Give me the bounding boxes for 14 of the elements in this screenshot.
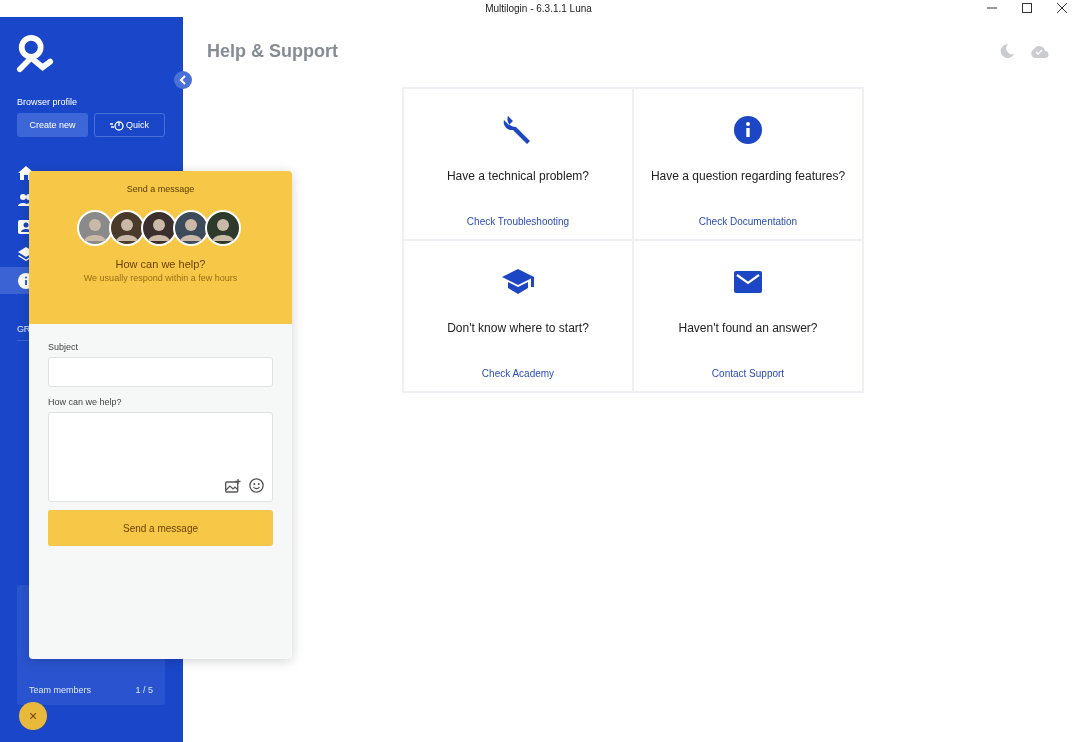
plan-value: 1 / 5 (135, 685, 153, 695)
plan-label: Team members (29, 685, 91, 695)
field-label: Subject (48, 342, 80, 352)
section-label: Browser profile (17, 97, 79, 107)
window-title: Multilogin - 6.3.1.1 Luna (485, 3, 592, 14)
card-question: Don't know where to start? (447, 321, 589, 335)
card-question: Haven't found an answer? (678, 321, 818, 335)
chat-subheading: We usually respond within a few hours (83, 273, 238, 283)
card-question: Have a question regarding features? (650, 169, 846, 183)
card-question: Have a technical problem? (446, 169, 590, 183)
field-label: How can we help? (48, 397, 123, 407)
chat-heading: How can we help? (115, 258, 206, 270)
page-title: Help & Support (207, 40, 338, 62)
chat-title: Send a message (126, 184, 195, 194)
